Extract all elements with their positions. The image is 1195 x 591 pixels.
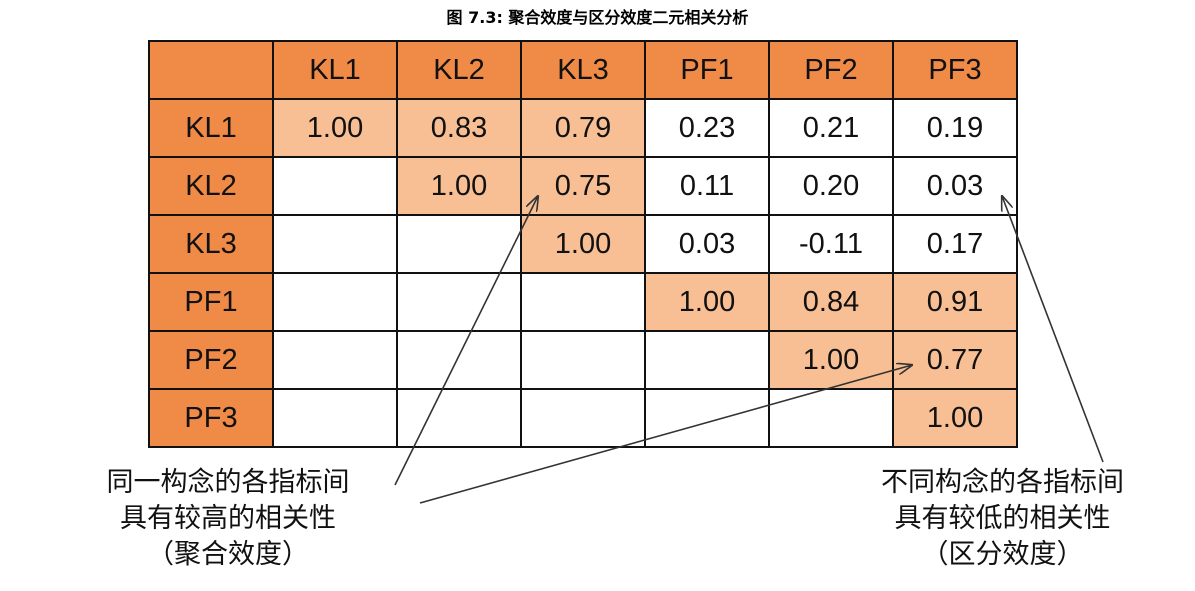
correlation-cell: 0.83 — [396, 98, 522, 158]
correlation-cell: 0.79 — [520, 98, 646, 158]
correlation-cell: 0.23 — [644, 98, 770, 158]
column-header-kl2: KL2 — [396, 40, 522, 100]
correlation-cell — [520, 330, 646, 390]
annotation-line: 具有较低的相关性 — [894, 503, 1111, 534]
table-row: KL2 1.00 0.75 0.11 0.20 0.03 — [148, 156, 1018, 216]
correlation-cell — [396, 330, 522, 390]
correlation-cell — [644, 388, 770, 448]
correlation-cell — [272, 388, 398, 448]
correlation-cell — [272, 330, 398, 390]
row-header-kl1: KL1 — [148, 98, 274, 158]
annotation-line: 同一构念的各指标间 — [106, 467, 350, 498]
correlation-cell — [520, 272, 646, 332]
correlation-cell: 1.00 — [272, 98, 398, 158]
figure-title: 图 7.3: 聚合效度与区分效度二元相关分析 — [446, 8, 749, 27]
correlation-cell: -0.11 — [768, 214, 894, 274]
annotation-line: （区分效度） — [921, 539, 1084, 570]
correlation-cell: 1.00 — [396, 156, 522, 216]
column-header-kl1: KL1 — [272, 40, 398, 100]
correlation-cell: 0.84 — [768, 272, 894, 332]
row-header-kl2: KL2 — [148, 156, 274, 216]
correlation-cell: 0.75 — [520, 156, 646, 216]
correlation-table: KL1 KL2 KL3 PF1 PF2 PF3 KL1 1.00 0.83 0.79 0.23 0.2… — [148, 40, 1018, 448]
correlation-cell — [272, 272, 398, 332]
corner-cell — [148, 40, 274, 100]
correlation-cell: 0.91 — [892, 272, 1018, 332]
correlation-cell: 0.03 — [892, 156, 1018, 216]
header-row: KL1 KL2 KL3 PF1 PF2 PF3 — [148, 40, 1018, 100]
correlation-cell — [520, 388, 646, 448]
correlation-cell: 0.03 — [644, 214, 770, 274]
column-header-pf3: PF3 — [892, 40, 1018, 100]
annotation-line: 不同构念的各指标间 — [881, 467, 1124, 498]
correlation-cell: 0.11 — [644, 156, 770, 216]
correlation-cell: 1.00 — [892, 388, 1018, 448]
correlation-cell: 1.00 — [768, 330, 894, 390]
annotation-convergent: 同一构念的各指标间 具有较高的相关性 （聚合效度） — [78, 465, 378, 573]
correlation-cell — [396, 214, 522, 274]
row-header-pf3: PF3 — [148, 388, 274, 448]
correlation-cell: 0.19 — [892, 98, 1018, 158]
table-row: PF3 1.00 — [148, 388, 1018, 448]
column-header-pf2: PF2 — [768, 40, 894, 100]
annotation-discriminant: 不同构念的各指标间 具有较低的相关性 （区分效度） — [850, 465, 1155, 573]
correlation-cell: 0.21 — [768, 98, 894, 158]
annotation-line: （聚合效度） — [147, 539, 309, 570]
correlation-cell — [396, 388, 522, 448]
correlation-cell: 0.20 — [768, 156, 894, 216]
table-row: KL1 1.00 0.83 0.79 0.23 0.21 0.19 — [148, 98, 1018, 158]
column-header-pf1: PF1 — [644, 40, 770, 100]
row-header-kl3: KL3 — [148, 214, 274, 274]
table-row: PF1 1.00 0.84 0.91 — [148, 272, 1018, 332]
row-header-pf2: PF2 — [148, 330, 274, 390]
correlation-cell: 1.00 — [644, 272, 770, 332]
correlation-cell: 1.00 — [520, 214, 646, 274]
correlation-cell — [272, 156, 398, 216]
correlation-cell: 0.77 — [892, 330, 1018, 390]
table-row: PF2 1.00 0.77 — [148, 330, 1018, 390]
column-header-kl3: KL3 — [520, 40, 646, 100]
correlation-cell — [768, 388, 894, 448]
correlation-cell: 0.17 — [892, 214, 1018, 274]
row-header-pf1: PF1 — [148, 272, 274, 332]
correlation-cell — [396, 272, 522, 332]
correlation-cell — [272, 214, 398, 274]
annotation-line: 具有较高的相关性 — [120, 503, 336, 534]
table-row: KL3 1.00 0.03 -0.11 0.17 — [148, 214, 1018, 274]
correlation-cell — [644, 330, 770, 390]
